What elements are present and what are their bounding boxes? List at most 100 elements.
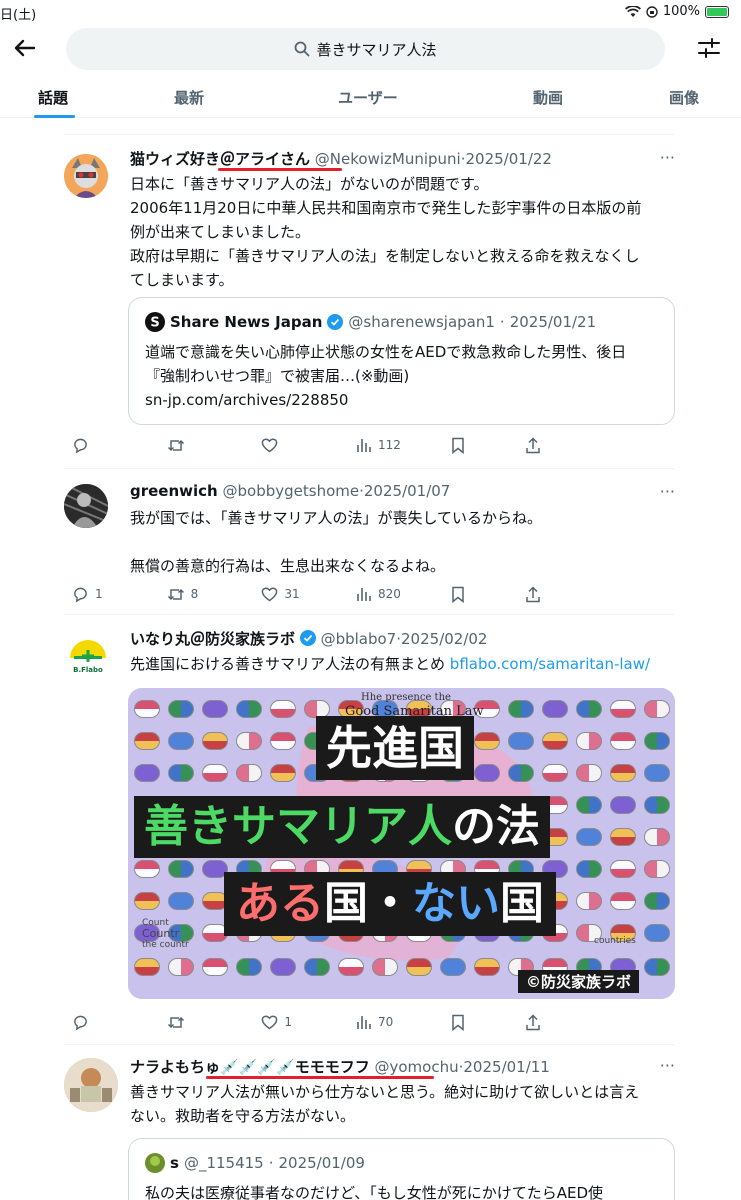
retweet-button[interactable]: 8 [167,584,262,604]
like-button[interactable]: 1 [261,1012,356,1032]
flag-badge [644,732,670,750]
tweet[interactable]: 猫ウィズ好き＠アライさん @NekowizMunipuni·2025/01/22… [64,146,675,466]
flag-badge [542,732,568,750]
tab-latest[interactable]: 最新 [174,87,204,108]
flag-badge [440,958,466,976]
filter-settings-icon[interactable] [694,33,724,63]
display-name[interactable]: 猫ウィズ好き＠アライさん [130,150,310,168]
tweet[interactable]: greenwich @bobbygetshome·2025/01/07 ··· … [64,480,675,610]
tweet-text: 善きサマリア人法が無いから仕方ないと思う。絶対に助けて欲しいとは言え ない。救助… [130,1083,640,1125]
verified-badge-icon [327,314,344,330]
reply-button[interactable] [72,1012,167,1032]
image-title-line2: 善きサマリア人の法 [134,796,550,858]
timestamp[interactable]: 2025/01/11 [463,1058,549,1076]
handle[interactable]: @yomochu [375,1058,459,1076]
tab-images[interactable]: 画像 [669,87,699,108]
flag-badge [270,732,296,750]
retweet-icon [167,588,184,600]
flag-badge [168,958,194,976]
avatar[interactable] [64,154,108,198]
tab-users[interactable]: ユーザー [338,87,398,108]
flag-badge [270,700,296,718]
flag-badge [236,958,262,976]
handle[interactable]: @bblabo7 [321,630,397,648]
tweet-link[interactable]: bflabo.com/samaritan-law/ [450,655,650,673]
reply-button[interactable]: 1 [72,584,167,604]
flag-badge [406,958,432,976]
flag-badge [134,958,160,976]
flag-badge [610,892,636,910]
flag-badge [644,958,670,976]
quoted-timestamp: 2025/01/21 [509,313,597,331]
heart-icon [261,438,278,453]
share-button[interactable] [525,435,620,455]
retweet-button[interactable] [167,1012,262,1032]
timestamp[interactable]: 2025/02/02 [401,630,487,648]
battery-icon [705,5,729,18]
annotation-underline [206,1076,434,1079]
share-button[interactable] [525,1012,620,1032]
tweet[interactable]: ナラよもちゅ💉💉💉💉モモモフフ @yomochu·2025/01/11 ··· … [64,1054,675,1200]
share-button[interactable] [525,584,620,604]
flag-badge [168,892,194,910]
flag-badge [644,828,670,846]
search-icon [295,41,310,57]
status-time: 日(土) [0,8,37,23]
flag-badge [644,860,670,878]
reply-button[interactable] [72,435,167,455]
flag-badge [474,732,500,750]
views-button[interactable]: 112 [356,435,451,455]
rotation-lock-icon [646,5,658,18]
flag-badge [168,700,194,718]
handle[interactable]: @bobbygetshome [223,482,360,500]
display-name[interactable]: greenwich [130,482,218,500]
flag-badge [474,958,500,976]
more-options-icon[interactable]: ··· [660,482,675,501]
search-header: 善きサマリア人法 [0,28,741,70]
flag-badge [236,700,262,718]
avatar[interactable] [64,484,108,528]
quoted-text: 道端で意識を失い心肺停止状態の女性をAEDで救急救命した男性、後日 『強制わいせ… [145,343,627,409]
wifi-icon [624,5,641,17]
timestamp[interactable]: 2025/01/22 [466,150,552,168]
quoted-text: 私の夫は医療従事者なのだけど、「もし女性が死にかけてたらAED使 [145,1184,604,1200]
timestamp[interactable]: 2025/01/07 [364,482,450,500]
flag-badge [576,892,602,910]
like-button[interactable]: 31 [261,584,356,604]
views-button[interactable]: 820 [356,584,451,604]
flag-badge [134,892,160,910]
flag-badge [202,958,228,976]
back-arrow-icon[interactable] [8,32,40,64]
display-name[interactable]: ナラよもちゅ💉💉💉💉モモモフフ [130,1058,370,1076]
tweet-image[interactable]: Hhe presence the Good Samaritan Law Coun… [128,688,675,999]
status-bar: 日(土) 100% [0,0,741,24]
flag-badge [644,764,670,782]
handle[interactable]: @NekowizMunipuni [315,150,461,168]
flag-badge [168,732,194,750]
flag-badge [610,764,636,782]
quoted-tweet[interactable]: S Share News Japan @sharenewsjapan1 · 2025… [128,297,675,425]
flag-badge [134,860,160,878]
avatar[interactable]: B.Flabo [64,632,112,680]
more-options-icon[interactable]: ··· [660,148,675,167]
active-tab-indicator [34,115,75,118]
flag-badge [542,700,568,718]
reply-icon [74,438,87,454]
avatar[interactable] [64,1058,118,1112]
flag-badge [236,764,262,782]
display-name[interactable]: いなり丸＠防災家族ラボ [130,630,295,648]
flag-badge [270,958,296,976]
views-button[interactable]: 70 [356,1012,451,1032]
retweet-button[interactable] [167,435,262,455]
image-title-line3: ある国・ない国 [224,872,556,936]
tab-trending[interactable]: 話題 [38,87,68,108]
tab-videos[interactable]: 動画 [533,87,563,108]
tweet[interactable]: B.Flabo いなり丸＠防災家族ラボ @bblabo7·2025/02/02 … [64,626,675,1036]
search-input[interactable]: 善きサマリア人法 [66,28,665,70]
retweet-icon [167,439,184,451]
quoted-tweet[interactable]: s @_115415 · 2025/01/09 私の夫は医療従事者なのだけど、「もし… [128,1138,675,1200]
more-options-icon[interactable]: ··· [660,1056,675,1075]
reply-icon [74,1015,87,1031]
like-button[interactable] [261,435,356,455]
flag-badge [542,764,568,782]
